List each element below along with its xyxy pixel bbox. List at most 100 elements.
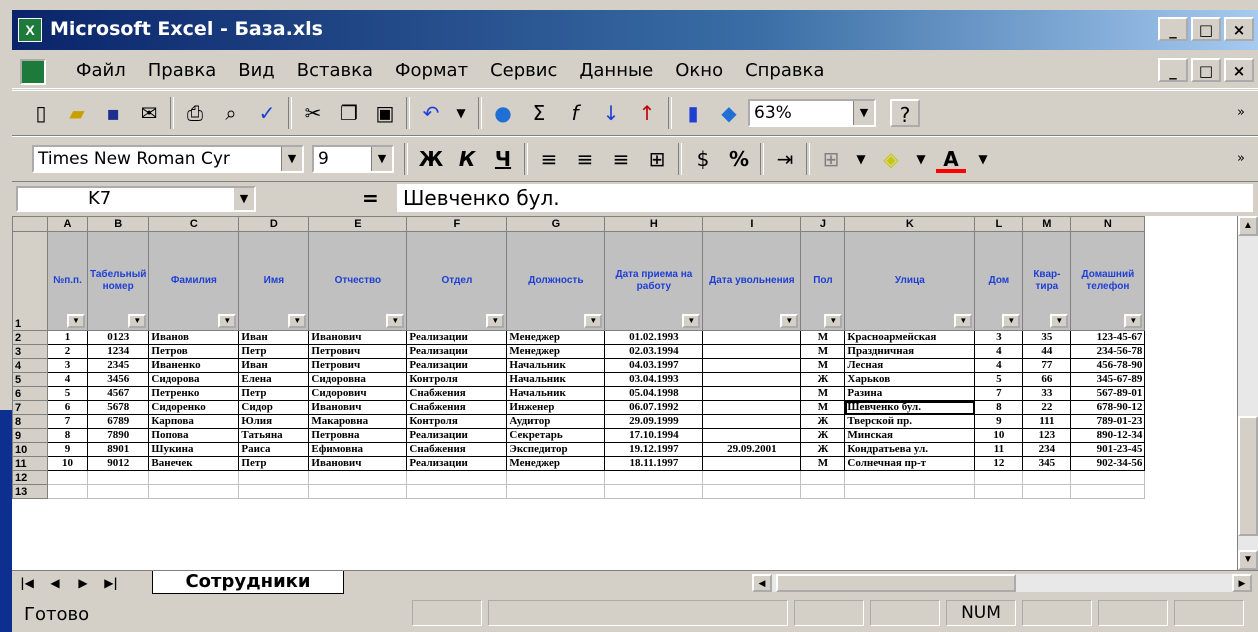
cell[interactable]: Ванечек (148, 456, 240, 471)
cell[interactable]: Петр (238, 386, 310, 401)
cell[interactable] (702, 484, 802, 499)
cell[interactable]: 345-67-89 (1070, 372, 1146, 387)
print-icon[interactable]: ⎙ (180, 99, 210, 127)
cell[interactable]: М (800, 400, 846, 415)
vertical-scrollbar[interactable]: ▲ ▼ (1237, 216, 1258, 570)
row-header-1[interactable]: 1 (12, 231, 48, 331)
cell[interactable]: 123-45-67 (1070, 330, 1146, 345)
row-header[interactable]: 3 (12, 344, 48, 359)
cell[interactable]: 9 (47, 442, 88, 457)
column-header-g[interactable]: G (506, 216, 606, 232)
cell[interactable]: 3 (47, 358, 88, 373)
cell[interactable]: 0123 (86, 330, 150, 345)
formula-equals[interactable]: = (362, 186, 379, 210)
cell[interactable]: 234-56-78 (1070, 344, 1146, 359)
font-size-combo[interactable]: 9 ▼ (312, 145, 394, 173)
toolbar-options-icon[interactable]: » (1226, 99, 1256, 127)
column-header-m[interactable]: M (1022, 216, 1072, 232)
cell[interactable]: Лесная (844, 358, 976, 373)
cell[interactable]: 234 (1022, 442, 1072, 457)
chevron-down-icon[interactable]: ▼ (281, 147, 302, 171)
autofilter-dropdown-icon[interactable]: ▼ (824, 314, 843, 328)
cell[interactable]: Контроля (406, 414, 508, 429)
cell[interactable]: Петр (238, 456, 310, 471)
column-header-l[interactable]: L (974, 216, 1024, 232)
percent-button[interactable]: % (724, 145, 754, 173)
cell[interactable] (844, 470, 976, 485)
cell[interactable] (148, 484, 240, 499)
cell[interactable]: 77 (1022, 358, 1072, 373)
cell[interactable]: Иван (238, 330, 310, 345)
cell[interactable] (702, 386, 802, 401)
cell[interactable]: 4 (974, 358, 1024, 373)
align-center-icon[interactable]: ≡ (570, 145, 600, 173)
cell[interactable]: Ефимовна (308, 442, 408, 457)
font-color-button[interactable]: A (936, 145, 966, 173)
cell[interactable]: Елена (238, 372, 310, 387)
prev-sheet-icon[interactable]: ◀ (44, 574, 66, 592)
cell[interactable] (238, 484, 310, 499)
save-icon[interactable]: ▪ (98, 99, 128, 127)
cell[interactable]: Петрович (308, 344, 408, 359)
cell[interactable] (604, 484, 704, 499)
cell[interactable]: Начальник (506, 372, 606, 387)
row-header[interactable]: 11 (12, 456, 48, 471)
currency-icon[interactable]: $ (688, 145, 718, 173)
sort-ascending-icon[interactable]: ↓ (596, 99, 626, 127)
merge-center-icon[interactable]: ⊞ (642, 145, 672, 173)
cell[interactable]: Ж (800, 414, 846, 429)
column-header-n[interactable]: N (1070, 216, 1146, 232)
cell[interactable]: Аудитор (506, 414, 606, 429)
row-header[interactable]: 8 (12, 414, 48, 429)
cell[interactable]: Иванович (308, 456, 408, 471)
cell[interactable]: Снабжения (406, 386, 508, 401)
cell[interactable]: Кондратьева ул. (844, 442, 976, 457)
cell[interactable]: М (800, 330, 846, 345)
cell[interactable]: 29.09.2001 (702, 442, 802, 457)
cell[interactable] (974, 470, 1024, 485)
maximize-button[interactable]: □ (1191, 17, 1221, 41)
drawing-icon[interactable]: ◆ (714, 99, 744, 127)
column-header-h[interactable]: H (604, 216, 704, 232)
column-header-d[interactable]: D (238, 216, 310, 232)
cell[interactable]: 901-23-45 (1070, 442, 1146, 457)
row-header[interactable]: 4 (12, 358, 48, 373)
cell[interactable]: 10 (974, 428, 1024, 443)
cell[interactable]: Реализации (406, 330, 508, 345)
cell[interactable] (702, 330, 802, 345)
cell[interactable]: Юлия (238, 414, 310, 429)
cell[interactable]: Карпова (148, 414, 240, 429)
cell[interactable]: Ж (800, 428, 846, 443)
cell[interactable]: 35 (1022, 330, 1072, 345)
undo-icon[interactable]: ↶ (416, 99, 446, 127)
cell[interactable]: Красноармейская (844, 330, 976, 345)
cell[interactable]: Менеджер (506, 456, 606, 471)
cell[interactable] (800, 484, 846, 499)
open-file-icon[interactable]: ▰ (62, 99, 92, 127)
cell[interactable] (238, 470, 310, 485)
cell[interactable]: Харьков (844, 372, 976, 387)
autofilter-dropdown-icon[interactable]: ▼ (128, 314, 147, 328)
cell[interactable]: Шукина (148, 442, 240, 457)
excel-app-icon[interactable]: X (18, 18, 42, 42)
cell[interactable]: 6789 (86, 414, 150, 429)
name-box[interactable]: K7 ▼ (16, 186, 256, 212)
menu-edit[interactable]: Правка (148, 60, 217, 81)
fill-color-icon[interactable]: ◈ (876, 145, 906, 173)
cell[interactable]: 29.09.1999 (604, 414, 704, 429)
cell[interactable]: Реализации (406, 456, 508, 471)
formula-input[interactable]: Шевченко бул. (397, 184, 1253, 212)
cell[interactable]: 05.04.1998 (604, 386, 704, 401)
email-icon[interactable]: ✉ (134, 99, 164, 127)
chart-wizard-icon[interactable]: ▮ (678, 99, 708, 127)
cell[interactable] (604, 470, 704, 485)
cell[interactable]: 4 (47, 372, 88, 387)
font-name-combo[interactable]: Times New Roman Cyr ▼ (32, 145, 304, 173)
cell[interactable]: М (800, 344, 846, 359)
cell[interactable]: 456-78-90 (1070, 358, 1146, 373)
menu-file[interactable]: Файл (76, 60, 126, 81)
cell[interactable]: Сидорович (308, 386, 408, 401)
cell[interactable]: 6 (47, 400, 88, 415)
horizontal-scrollbar[interactable]: ◀ ▶ (752, 574, 1252, 592)
autofilter-dropdown-icon[interactable]: ▼ (386, 314, 405, 328)
